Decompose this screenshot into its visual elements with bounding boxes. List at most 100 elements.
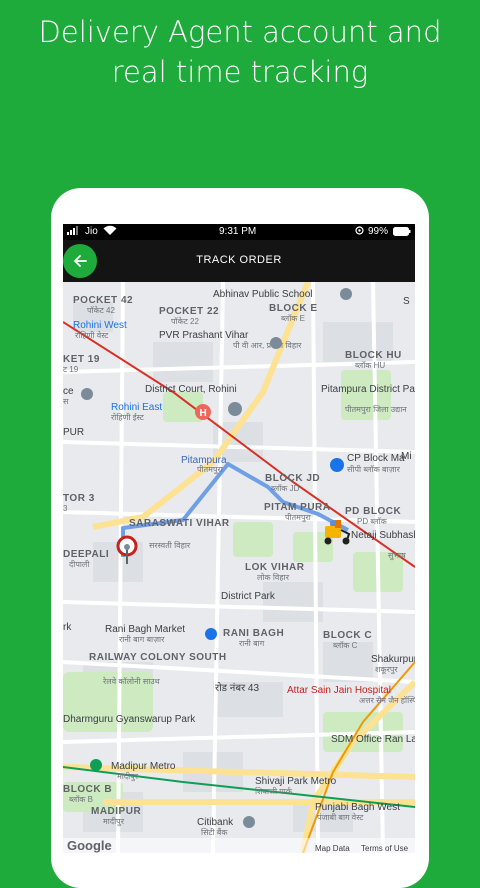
svg-text:CP Block Ma: CP Block Ma — [347, 453, 405, 464]
svg-text:लोक विहार: लोक विहार — [257, 572, 290, 582]
map-data-link[interactable]: Map Data — [315, 844, 350, 853]
svg-text:रानी बाग: रानी बाग — [239, 638, 265, 648]
svg-text:TOR 3: TOR 3 — [63, 493, 95, 504]
svg-text:H: H — [200, 408, 207, 419]
place-icon — [81, 388, 93, 400]
svg-text:BLOCK HU: BLOCK HU — [345, 350, 402, 361]
market-icon — [205, 628, 217, 640]
svg-text:BLOCK C: BLOCK C — [323, 630, 372, 641]
page-title: TRACK ORDER — [196, 254, 282, 266]
svg-text:अत्तर सैन जैन हॉस्पिटल: अत्तर सैन जैन हॉस्पिटल — [359, 695, 415, 705]
wifi-icon — [103, 225, 117, 239]
svg-text:रोहिणी ईस्ट: रोहिणी ईस्ट — [111, 412, 145, 422]
svg-text:ट 19: ट 19 — [63, 365, 79, 374]
svg-text:POCKET 22: POCKET 22 — [159, 306, 219, 317]
building-icon — [228, 402, 242, 416]
svg-text:रोड नंबर 43: रोड नंबर 43 — [215, 682, 259, 694]
svg-text:ब्लॉक HU: ब्लॉक HU — [355, 361, 385, 370]
svg-text:Rohini East: Rohini East — [111, 402, 162, 413]
carrier-label: Jio — [85, 226, 98, 237]
svg-text:ब्लॉक C: ब्लॉक C — [333, 641, 358, 650]
headline-line-1: Delivery Agent account and — [38, 15, 442, 49]
svg-text:Punjabi Bagh West: Punjabi Bagh West — [315, 802, 400, 813]
svg-text:Pitampura District Park: Pitampura District Park — [321, 384, 415, 395]
svg-text:Netaji Subhash P: Netaji Subhash P — [351, 530, 415, 541]
battery-percent: 99% — [368, 226, 389, 237]
svg-text:ब्लॉक JD: ब्लॉक JD — [271, 484, 300, 493]
svg-text:Shivaji Park Metro: Shivaji Park Metro — [255, 776, 337, 787]
svg-text:PUR: PUR — [63, 427, 84, 438]
svg-text:मादीपुर: मादीपुर — [103, 816, 125, 827]
svg-text:SDM Office Ran Lawrence: SDM Office Ran Lawrence — [331, 734, 415, 745]
svg-text:ब्लॉक E: ब्लॉक E — [281, 314, 305, 323]
svg-text:पॉकेट 42: पॉकेट 42 — [87, 305, 115, 315]
svg-text:सरस्वती विहार: सरस्वती विहार — [149, 540, 191, 550]
status-bar: Jio 9:31 PM 99% — [63, 224, 415, 240]
svg-text:सीपी ब्लॉक बाज़ार: सीपी ब्लॉक बाज़ार — [347, 464, 401, 474]
area-label: POCKET 42 — [73, 295, 133, 306]
svg-text:रानी बाग बाज़ार: रानी बाग बाज़ार — [119, 634, 165, 644]
bank-icon — [243, 816, 255, 828]
google-logo: Google — [67, 838, 112, 853]
svg-text:BLOCK E: BLOCK E — [269, 303, 318, 314]
svg-text:Shakurpur: Shakurpur — [371, 654, 415, 665]
svg-text:पीतमपुरा: पीतमपुरा — [285, 512, 312, 523]
svg-text:Rohini West: Rohini West — [73, 320, 127, 331]
svg-text:पंजाबी बाग वेस्ट: पंजाबी बाग वेस्ट — [317, 812, 364, 822]
svg-text:RAILWAY COLONY SOUTH: RAILWAY COLONY SOUTH — [89, 652, 227, 663]
svg-text:स: स — [63, 397, 69, 406]
metro-station-icon — [90, 759, 102, 771]
svg-text:Citibank: Citibank — [197, 817, 234, 828]
svg-text:S: S — [403, 296, 410, 307]
svg-text:PITAM PURA: PITAM PURA — [264, 502, 330, 513]
svg-text:LOK VIHAR: LOK VIHAR — [245, 562, 305, 573]
svg-text:रोहिणी वेस्ट: रोहिणी वेस्ट — [75, 330, 109, 340]
school-icon — [340, 288, 352, 300]
svg-text:PD ब्लॉक: PD ब्लॉक — [357, 517, 388, 526]
app-bar: TRACK ORDER — [63, 240, 415, 282]
svg-text:सुभाष: सुभाष — [388, 551, 406, 561]
svg-text:पी वी आर, प्रशांत विहार: पी वी आर, प्रशांत विहार — [233, 340, 302, 350]
svg-text:SARASWATI VIHAR: SARASWATI VIHAR — [129, 518, 230, 529]
signal-icon — [67, 226, 81, 238]
svg-text:Rani Bagh Market: Rani Bagh Market — [105, 624, 185, 635]
headline: Delivery Agent account and real time tra… — [0, 12, 480, 92]
svg-text:Madipur Metro: Madipur Metro — [111, 761, 176, 772]
svg-text:सिटी बैंक: सिटी बैंक — [201, 827, 228, 837]
svg-text:BLOCK JD: BLOCK JD — [265, 473, 320, 484]
tracking-map[interactable]: POCKET 42 पॉकेट 42 POCKET 22 पॉकेट 22 BL… — [63, 282, 415, 853]
svg-text:ब्लॉक B: ब्लॉक B — [69, 795, 93, 804]
cinema-icon — [270, 337, 282, 349]
svg-text:Dharmguru Gyanswarup Park: Dharmguru Gyanswarup Park — [63, 714, 196, 725]
svg-text:Abhinav Public School: Abhinav Public School — [213, 289, 313, 300]
svg-text:शकूरपुर: शकूरपुर — [375, 665, 398, 675]
svg-text:KET 19: KET 19 — [63, 354, 100, 365]
svg-text:Attar Sain Jain Hospital: Attar Sain Jain Hospital — [287, 685, 391, 696]
svg-text:रेलवे कॉलोनी साउथ: रेलवे कॉलोनी साउथ — [102, 676, 160, 686]
svg-text:BLOCK B: BLOCK B — [63, 784, 112, 795]
svg-text:RANI BAGH: RANI BAGH — [223, 628, 284, 639]
svg-text:3: 3 — [63, 504, 68, 513]
svg-text:MADIPUR: MADIPUR — [91, 806, 141, 817]
svg-text:Mi: Mi — [401, 451, 412, 462]
svg-text:DEEPALI: DEEPALI — [63, 549, 109, 560]
clock-time: 9:31 PM — [219, 226, 257, 237]
headline-line-2: real time tracking — [111, 55, 369, 89]
svg-text:पॉकेट 22: पॉकेट 22 — [171, 316, 199, 326]
svg-text:District Park: District Park — [221, 591, 276, 602]
svg-text:मादीपुर: मादीपुर — [117, 771, 139, 782]
svg-text:PD BLOCK: PD BLOCK — [345, 506, 402, 517]
svg-text:पीतमपुरा: पीतमपुरा — [197, 464, 224, 475]
terms-link[interactable]: Terms of Use — [361, 844, 409, 853]
svg-text:शिवाजी पार्क: शिवाजी पार्क — [255, 786, 293, 796]
svg-text:District Court, Rohini: District Court, Rohini — [145, 384, 237, 395]
shopping-icon — [330, 458, 344, 472]
svg-text:PVR Prashant Vihar: PVR Prashant Vihar — [159, 330, 249, 341]
svg-text:ce: ce — [63, 386, 74, 397]
svg-text:rk: rk — [63, 622, 72, 633]
battery-icon — [393, 227, 411, 239]
svg-text:पीतमपुरा जिला उद्यान: पीतमपुरा जिला उद्यान — [345, 404, 407, 415]
phone-screen: Jio 9:31 PM 99% TRACK ORDER POCKET 42 पॉ… — [63, 224, 415, 853]
svg-text:दीपाली: दीपाली — [69, 559, 90, 569]
rotation-lock-icon — [355, 226, 364, 238]
